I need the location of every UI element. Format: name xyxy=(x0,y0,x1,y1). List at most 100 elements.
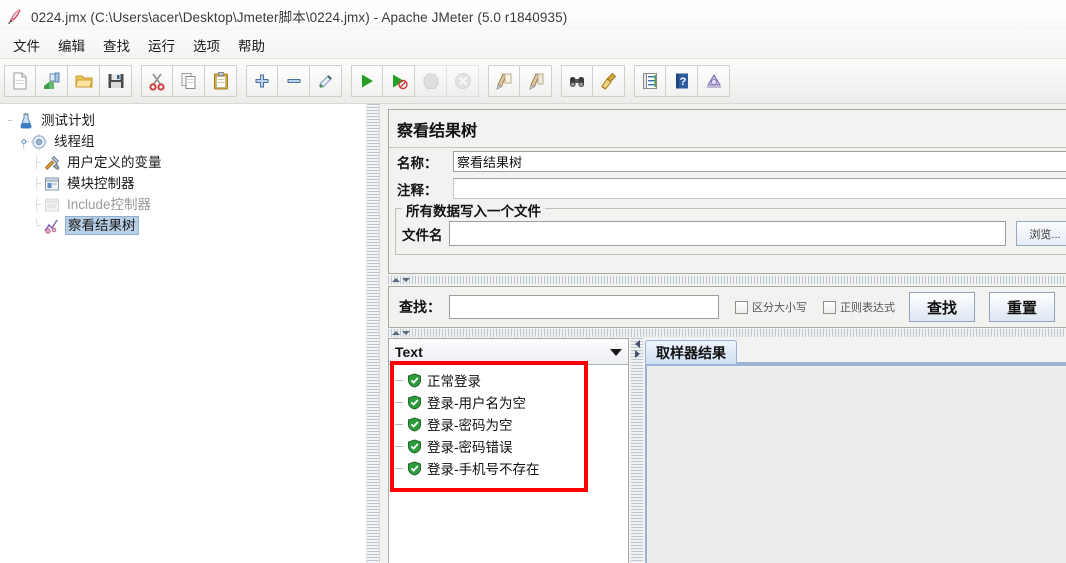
window-title: 0224.jmx (C:\Users\acer\Desktop\Jmeter脚本… xyxy=(31,9,568,25)
tree-node-label: 模块控制器 xyxy=(67,176,135,191)
open-folder-icon xyxy=(74,71,94,91)
tree-node-view-results-tree[interactable]: 察看结果树 xyxy=(4,215,366,236)
case-sensitive-label: 区分大小写 xyxy=(752,302,807,314)
menu-run[interactable]: 运行 xyxy=(139,32,184,58)
checkbox-box[interactable] xyxy=(823,300,836,314)
name-label: 名称： xyxy=(397,155,438,171)
search-reset-broom-icon xyxy=(599,71,619,91)
test-plan-tree-pane: 测试计划 线程组 用户定义的变量 模块控制器 Include控制器 察看结果树 xyxy=(0,104,366,563)
list-item[interactable]: 登录-手机号不存在 xyxy=(389,457,628,479)
toggle-button[interactable] xyxy=(310,65,342,97)
start-no-pauses-icon xyxy=(389,71,409,91)
tree-node-test-plan[interactable]: 测试计划 xyxy=(4,110,366,131)
results-list: 正常登录 登录-用户名为空 登录-密码为空 登录-密码错误 登录-手机号不存在 xyxy=(389,365,628,479)
clear-button[interactable] xyxy=(488,65,520,97)
green-shield-check-icon xyxy=(407,416,422,432)
templates-icon xyxy=(42,71,62,91)
splitter-up-arrow[interactable] xyxy=(392,331,400,335)
menu-file[interactable]: 文件 xyxy=(4,32,49,58)
search-button-toolbar[interactable] xyxy=(561,65,593,97)
green-shield-check-icon xyxy=(407,372,422,388)
regex-label: 正则表达式 xyxy=(840,302,895,314)
title-bar: 0224.jmx (C:\Users\acer\Desktop\Jmeter脚本… xyxy=(0,0,1066,31)
collapse-all-button[interactable] xyxy=(278,65,310,97)
list-item[interactable]: 登录-用户名为空 xyxy=(389,391,628,413)
help-book-icon: ? xyxy=(672,71,692,91)
search-reset-button-toolbar[interactable] xyxy=(593,65,625,97)
search-input[interactable] xyxy=(449,295,719,319)
clear-all-button[interactable] xyxy=(520,65,552,97)
tree-node-module-controller[interactable]: 模块控制器 xyxy=(4,173,366,194)
undo-redo-button[interactable] xyxy=(698,65,730,97)
menu-edit[interactable]: 编辑 xyxy=(49,32,94,58)
svg-text:?: ? xyxy=(679,76,686,88)
menu-help[interactable]: 帮助 xyxy=(229,32,274,58)
main-vertical-splitter[interactable] xyxy=(366,104,380,563)
tree-expand-handle[interactable] xyxy=(4,110,17,131)
filename-input[interactable] xyxy=(448,221,1006,246)
cut-button[interactable] xyxy=(141,65,173,97)
menu-search[interactable]: 查找 xyxy=(94,32,139,58)
test-plan-tree: 测试计划 线程组 用户定义的变量 模块控制器 Include控制器 察看结果树 xyxy=(0,104,366,236)
result-detail-pane: 取样器结果 xyxy=(645,338,1066,563)
menu-options[interactable]: 选项 xyxy=(184,32,229,58)
name-row: 名称： xyxy=(389,148,1066,175)
new-file-button[interactable] xyxy=(4,65,36,97)
stop-button[interactable] xyxy=(415,65,447,97)
list-item[interactable]: 登录-密码为空 xyxy=(389,413,628,435)
name-input[interactable] xyxy=(453,151,1066,172)
start-button[interactable] xyxy=(351,65,383,97)
render-selector-combo[interactable]: Text xyxy=(389,339,628,365)
cut-scissors-icon xyxy=(147,71,167,91)
tree-node-label: 测试计划 xyxy=(41,113,95,128)
results-vertical-splitter[interactable] xyxy=(631,338,643,563)
comment-input[interactable] xyxy=(453,178,1066,199)
expand-all-button[interactable] xyxy=(246,65,278,97)
search-button[interactable]: 查找 xyxy=(909,292,975,322)
list-item-label: 登录-密码为空 xyxy=(427,418,513,433)
list-item[interactable]: 正常登录 xyxy=(389,369,628,391)
list-item[interactable]: 登录-密码错误 xyxy=(389,435,628,457)
include-controller-icon xyxy=(43,196,61,214)
save-button[interactable] xyxy=(100,65,132,97)
shutdown-button[interactable] xyxy=(447,65,479,97)
templates-button[interactable] xyxy=(36,65,68,97)
checkbox-box[interactable] xyxy=(735,300,748,314)
copy-button[interactable] xyxy=(173,65,205,97)
shutdown-icon xyxy=(453,71,473,91)
splitter-down-arrow[interactable] xyxy=(402,331,410,335)
list-item-label: 登录-用户名为空 xyxy=(427,396,526,411)
tab-sampler-result[interactable]: 取样器结果 xyxy=(645,340,737,364)
splitter-up-arrow[interactable] xyxy=(392,278,400,282)
tree-node-thread-group[interactable]: 线程组 xyxy=(4,131,366,152)
collapse-minus-icon xyxy=(284,71,304,91)
expand-plus-icon xyxy=(252,71,272,91)
reset-button[interactable]: 重置 xyxy=(989,292,1055,322)
tree-node-user-defined-variables[interactable]: 用户定义的变量 xyxy=(4,152,366,173)
splitter-down-arrow[interactable] xyxy=(402,278,410,282)
open-file-button[interactable] xyxy=(68,65,100,97)
green-shield-check-icon xyxy=(407,394,422,410)
tree-expand-handle[interactable] xyxy=(17,131,30,152)
regex-checkbox[interactable]: 正则表达式 xyxy=(823,299,895,315)
splitter-arrows[interactable] xyxy=(392,331,410,335)
filename-row: 文件名 浏览... xyxy=(402,221,1066,246)
config-splitter[interactable] xyxy=(388,276,1066,284)
splitter-right-arrow[interactable] xyxy=(634,350,640,358)
results-splitter[interactable] xyxy=(388,329,1066,337)
browse-button[interactable]: 浏览... xyxy=(1016,221,1066,246)
chevron-down-icon[interactable] xyxy=(610,348,622,356)
new-file-icon xyxy=(10,71,30,91)
tree-line xyxy=(395,380,403,381)
case-sensitive-checkbox[interactable]: 区分大小写 xyxy=(735,299,807,315)
paste-button[interactable] xyxy=(205,65,237,97)
splitter-left-arrow[interactable] xyxy=(634,340,640,348)
group-title: 所有数据写入一个文件 xyxy=(402,200,545,220)
function-helper-button[interactable] xyxy=(634,65,666,97)
module-controller-icon xyxy=(43,175,61,193)
splitter-arrows[interactable] xyxy=(392,278,410,282)
start-no-pauses-button[interactable] xyxy=(383,65,415,97)
help-button[interactable]: ? xyxy=(666,65,698,97)
tree-node-include-controller[interactable]: Include控制器 xyxy=(4,194,366,215)
sampler-result-content[interactable] xyxy=(645,364,1066,563)
